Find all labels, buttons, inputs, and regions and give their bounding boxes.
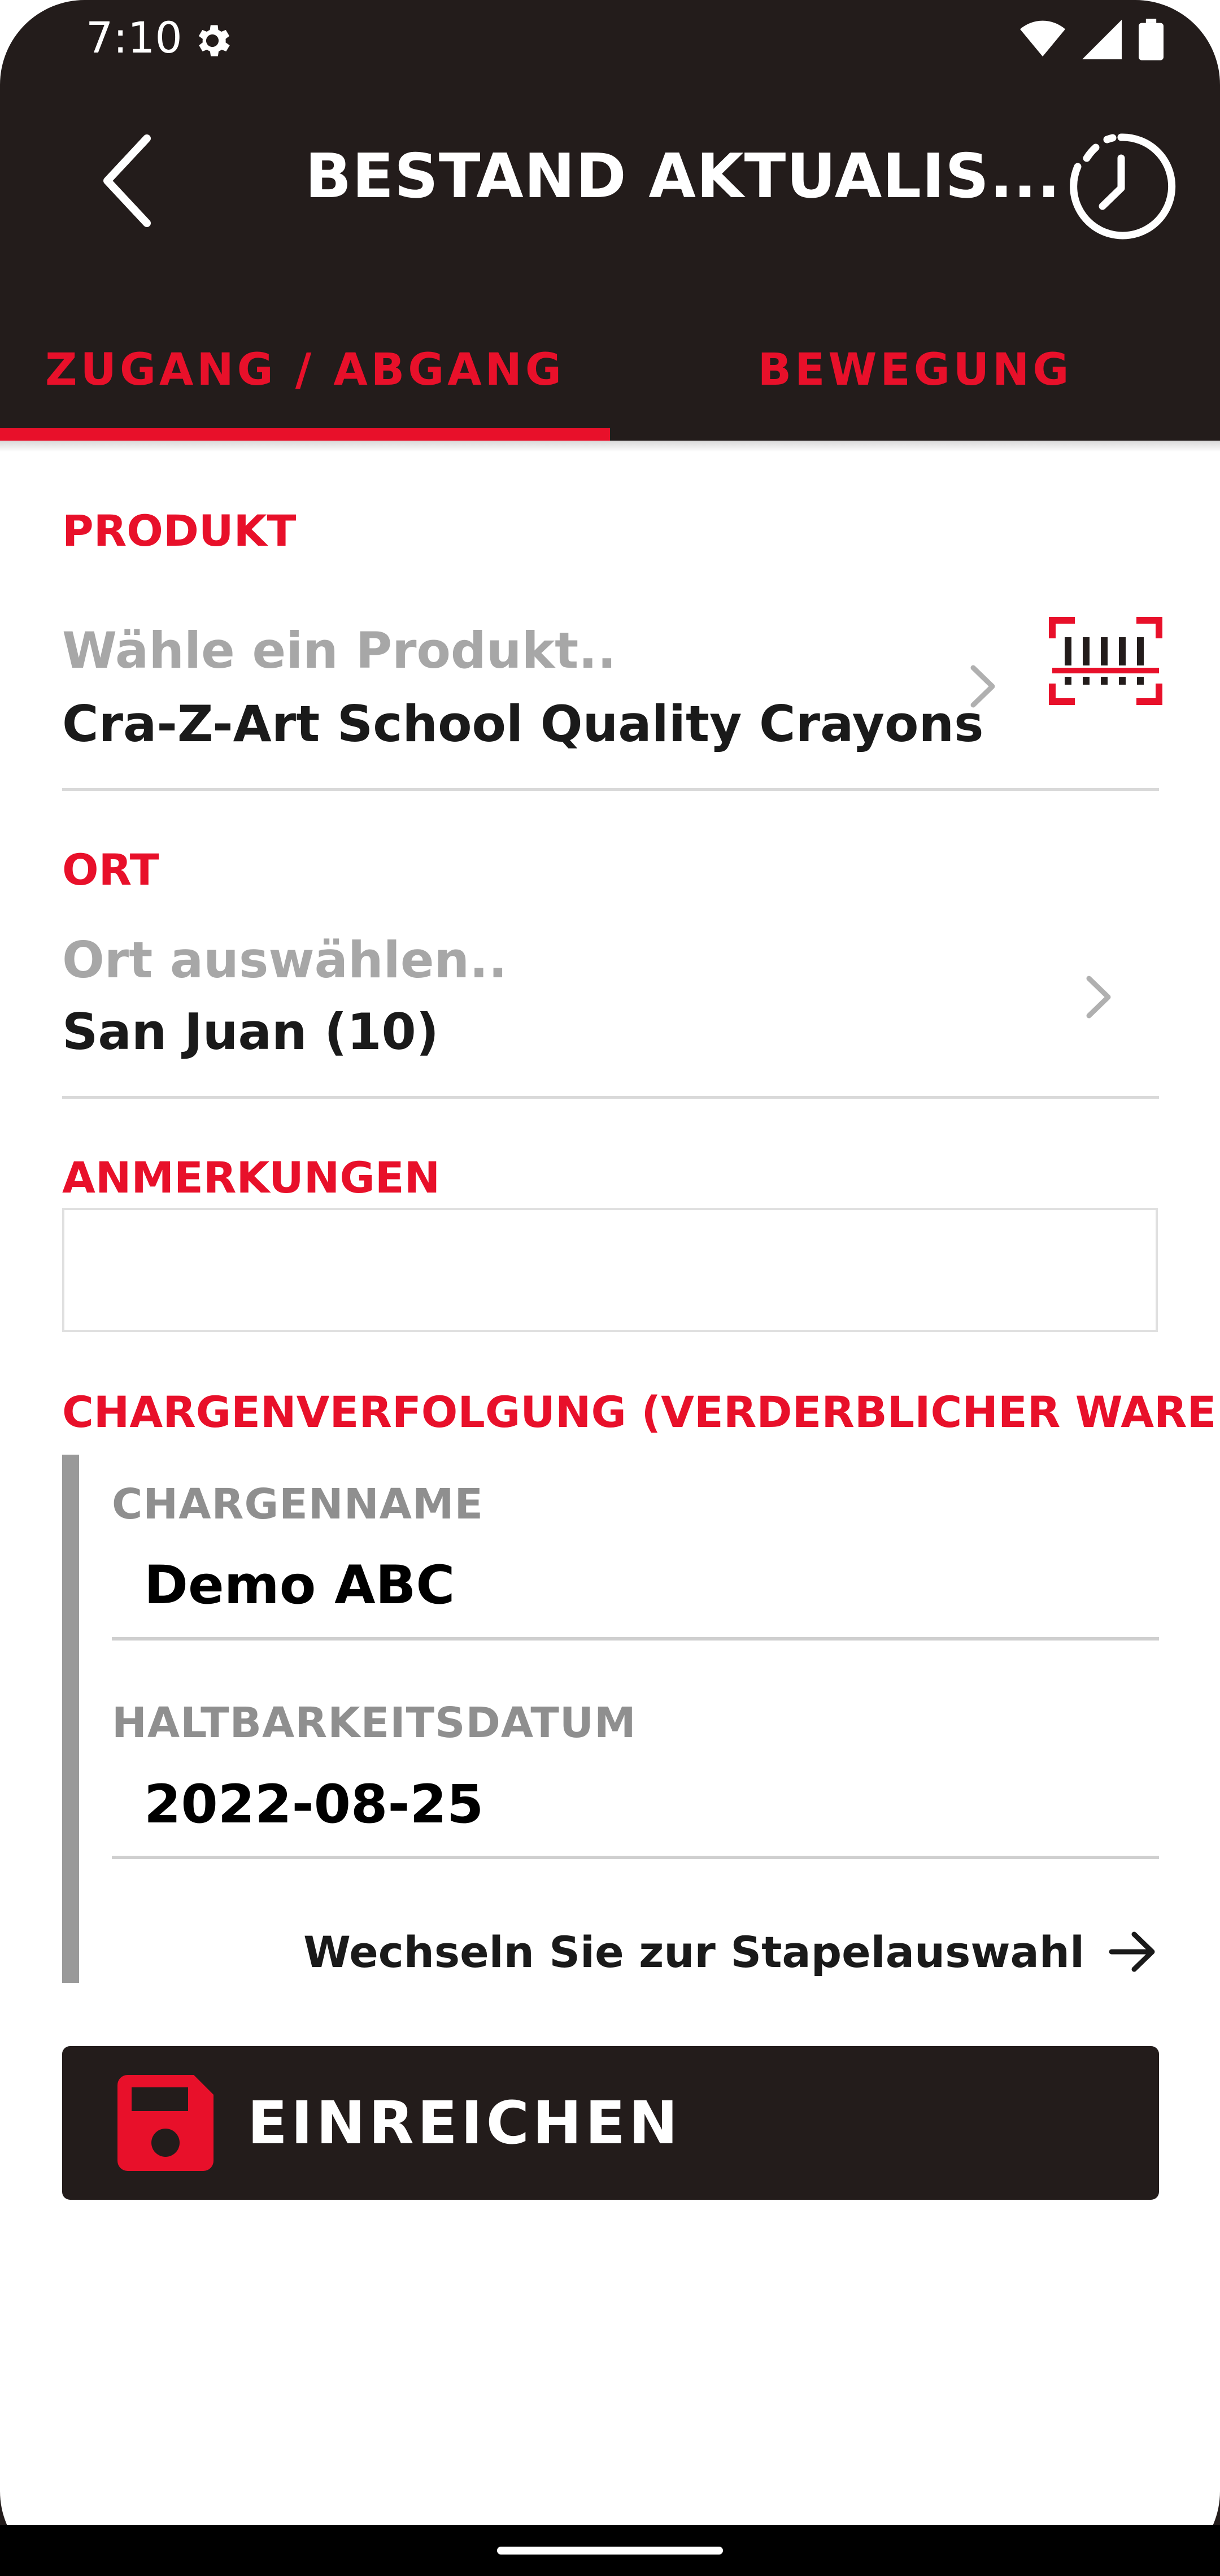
submit-label: EINREICHEN	[247, 2088, 682, 2157]
product-placeholder: Wähle ein Produkt..	[62, 621, 617, 680]
location-placeholder: Ort auswählen..	[62, 931, 508, 989]
batch-name-label: CHARGENNAME	[112, 1480, 484, 1529]
expiry-date-underline	[112, 1856, 1159, 1859]
expiry-date-value: 2022-08-25	[144, 1774, 484, 1835]
notes-input[interactable]	[62, 1208, 1158, 1332]
expiry-date-label: HALTBARKEITSDATUM	[112, 1699, 637, 1747]
tab-zugang-abgang[interactable]: ZUGANG / ABGANG	[0, 333, 610, 407]
save-floppy-icon	[117, 2075, 213, 2171]
chevron-right-icon	[1086, 976, 1111, 1019]
location-divider	[62, 1096, 1159, 1099]
switch-batch-selection-label: Wechseln Sie zur Stapelauswahl	[303, 1926, 1084, 1977]
product-value: Cra-Z-Art School Quality Crayons	[62, 695, 984, 753]
location-section-label: ORT	[62, 845, 159, 895]
app-bar-shadow	[0, 441, 1220, 452]
location-value: San Juan (10)	[62, 1003, 439, 1061]
back-arrow-icon[interactable]	[93, 130, 167, 232]
batch-name-underline	[112, 1637, 1159, 1641]
top-app-bar: 7:10 BESTAND AKTUALIS... ZUGANG / ABGANG…	[0, 0, 1220, 441]
tab-indicator	[0, 428, 610, 441]
status-time: 7:10	[86, 12, 182, 63]
app-screen: 7:10 BESTAND AKTUALIS... ZUGANG / ABGANG…	[0, 0, 1220, 2576]
chevron-right-icon	[970, 665, 995, 708]
home-indicator[interactable]	[497, 2547, 723, 2555]
arrow-right-icon	[1109, 1931, 1155, 1972]
clock-history-icon[interactable]	[1062, 127, 1180, 246]
barcode-scan-icon[interactable]	[1048, 616, 1164, 706]
signal-icon	[1082, 20, 1122, 59]
product-divider	[62, 788, 1159, 791]
product-section-label: PRODUKT	[62, 506, 297, 556]
notes-section-label: ANMERKUNGEN	[62, 1152, 441, 1203]
batch-group-bar	[62, 1455, 79, 1983]
battery-icon	[1139, 19, 1164, 60]
wifi-icon	[1020, 20, 1065, 56]
submit-button[interactable]: EINREICHEN	[62, 2046, 1159, 2200]
batch-section-label: CHARGENVERFOLGUNG (VERDERBLICHER WAREN)	[62, 1387, 1220, 1437]
page-title: BESTAND AKTUALIS...	[305, 141, 1061, 212]
tab-bewegung[interactable]: BEWEGUNG	[610, 333, 1220, 407]
gear-icon	[198, 25, 230, 56]
switch-batch-selection-link[interactable]: Wechseln Sie zur Stapelauswahl	[303, 1924, 1158, 1980]
batch-name-value: Demo ABC	[144, 1555, 455, 1616]
status-icons	[1020, 17, 1164, 62]
